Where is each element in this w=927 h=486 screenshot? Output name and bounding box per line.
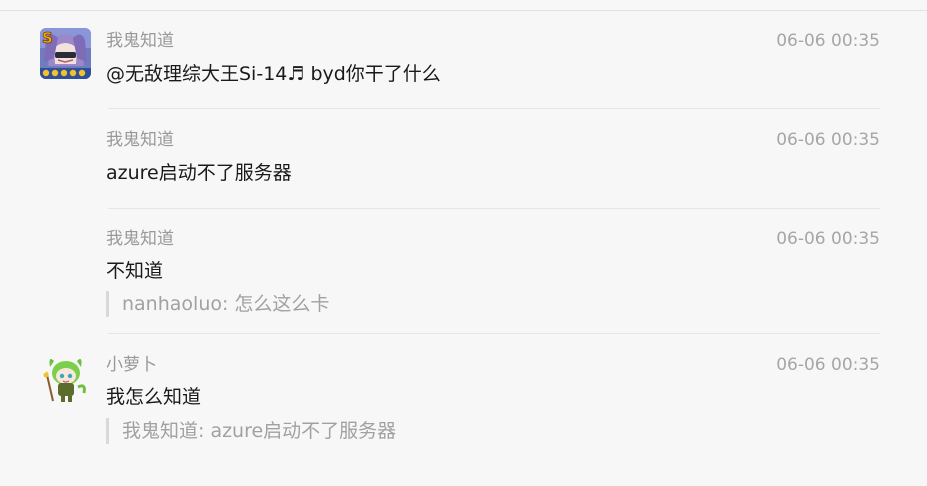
message-content: 不知道 <box>106 260 164 282</box>
top-border <box>0 0 927 11</box>
message-content: azure启动不了服务器 <box>106 162 292 184</box>
quoted-reply[interactable]: nanhaoluo: 怎么这么卡 <box>106 291 329 317</box>
sender-name[interactable]: 小萝卜 <box>106 354 157 376</box>
anime-avatar-icon: S <box>40 28 91 79</box>
message-divider <box>108 333 880 334</box>
quoted-reply[interactable]: 我鬼知道: azure启动不了服务器 <box>106 418 396 444</box>
message-time: 06-06 00:35 <box>776 355 880 375</box>
message-content: @无敌理综大王Si-14♬ byd你干了什么 <box>106 63 441 85</box>
green-chibi-avatar-icon <box>40 353 91 404</box>
sender-name[interactable]: 我鬼知道 <box>106 129 174 151</box>
message-time: 06-06 00:35 <box>776 130 880 150</box>
message-divider <box>108 108 880 109</box>
sender-name[interactable]: 我鬼知道 <box>106 228 174 250</box>
user-avatar[interactable] <box>40 353 91 404</box>
message-content: 我怎么知道 <box>106 386 202 408</box>
message-time: 06-06 00:35 <box>776 229 880 249</box>
sender-name[interactable]: 我鬼知道 <box>106 30 174 52</box>
message-divider <box>108 208 880 209</box>
svg-text:S: S <box>42 29 53 47</box>
message-time: 06-06 00:35 <box>776 31 880 51</box>
user-avatar[interactable]: S <box>40 28 91 79</box>
